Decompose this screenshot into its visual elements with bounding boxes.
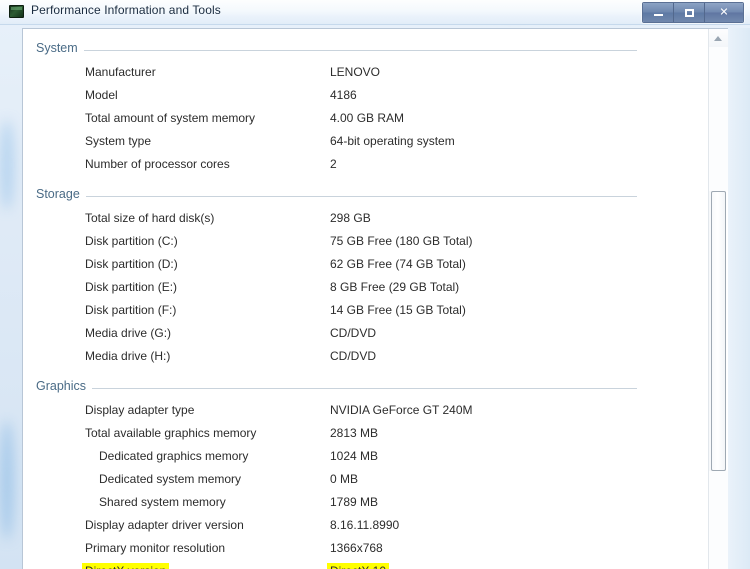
detail-row: System type 64-bit operating system bbox=[23, 130, 709, 153]
detail-value: 298 GB bbox=[330, 211, 371, 225]
aero-glass-blob bbox=[0, 120, 14, 210]
detail-value: 14 GB Free (15 GB Total) bbox=[330, 303, 466, 317]
detail-value: 8 GB Free (29 GB Total) bbox=[330, 280, 460, 294]
section-divider bbox=[36, 388, 637, 389]
detail-row: Display adapter driver version 8.16.11.89… bbox=[23, 514, 709, 537]
detail-row: Total amount of system memory 4.00 GB RAM bbox=[23, 107, 709, 130]
section-title: System bbox=[36, 41, 84, 55]
detail-label: Number of processor cores bbox=[85, 157, 230, 171]
detail-value: 2813 MB bbox=[330, 426, 379, 440]
detail-label: Primary monitor resolution bbox=[85, 541, 226, 555]
window-controls: ✕ bbox=[642, 2, 744, 23]
detail-row: Shared system memory 1789 MB bbox=[23, 491, 709, 514]
scrollbar-track-lower[interactable] bbox=[709, 471, 728, 569]
detail-label: Disk partition (D:) bbox=[85, 257, 178, 271]
section-storage: Storage Total size of hard disk(s) 298 GB D… bbox=[23, 185, 709, 377]
maximize-icon bbox=[685, 9, 694, 17]
title-bar[interactable]: Performance Information and Tools ✕ bbox=[0, 0, 750, 25]
detail-label: Disk partition (F:) bbox=[85, 303, 177, 317]
section-graphics: Graphics Display adapter type NVIDIA GeFor… bbox=[23, 377, 709, 569]
section-header: System bbox=[36, 39, 637, 61]
detail-row: Manufacturer LENOVO bbox=[23, 61, 709, 84]
highlight-mark: DirectX version bbox=[82, 563, 170, 569]
performance-details-list: System Manufacturer LENOVO Model 4186 Total a… bbox=[23, 29, 709, 569]
section-divider bbox=[36, 50, 637, 51]
detail-row: Number of processor cores 2 bbox=[23, 153, 709, 176]
detail-value: CD/DVD bbox=[330, 326, 377, 340]
detail-label: Manufacturer bbox=[85, 65, 156, 79]
detail-label: System type bbox=[85, 134, 152, 148]
close-icon: ✕ bbox=[719, 6, 729, 18]
detail-row: Total size of hard disk(s) 298 GB bbox=[23, 207, 709, 230]
detail-row: Dedicated graphics memory 1024 MB bbox=[23, 445, 709, 468]
detail-value: 0 MB bbox=[330, 472, 359, 486]
detail-value: 75 GB Free (180 GB Total) bbox=[330, 234, 473, 248]
detail-row: DirectX version DirectX 10 bbox=[23, 560, 709, 569]
scroll-up-button[interactable] bbox=[709, 29, 728, 47]
detail-row: Media drive (H:) CD/DVD bbox=[23, 345, 709, 368]
detail-label: Shared system memory bbox=[99, 495, 226, 509]
window-title: Performance Information and Tools bbox=[31, 3, 221, 17]
detail-label: Media drive (H:) bbox=[85, 349, 171, 363]
detail-label: Total size of hard disk(s) bbox=[85, 211, 215, 225]
detail-label: Dedicated system memory bbox=[99, 472, 242, 486]
scroll-up-arrow-icon bbox=[714, 36, 722, 41]
detail-row: Primary monitor resolution 1366x768 bbox=[23, 537, 709, 560]
detail-label: Total amount of system memory bbox=[85, 111, 256, 125]
detail-label: Media drive (G:) bbox=[85, 326, 172, 340]
section-header: Storage bbox=[36, 185, 637, 207]
detail-row: Model 4186 bbox=[23, 84, 709, 107]
detail-row: Disk partition (F:) 14 GB Free (15 GB Tot… bbox=[23, 299, 709, 322]
detail-row: Total available graphics memory 2813 MB bbox=[23, 422, 709, 445]
scrollbar-track-upper[interactable] bbox=[709, 47, 728, 191]
detail-label: Disk partition (E:) bbox=[85, 280, 178, 294]
detail-value: 62 GB Free (74 GB Total) bbox=[330, 257, 466, 271]
detail-label: Model bbox=[85, 88, 118, 102]
section-divider bbox=[36, 196, 637, 197]
minimize-button[interactable] bbox=[643, 3, 674, 22]
detail-value: LENOVO bbox=[330, 65, 381, 79]
detail-value: 8.16.11.8990 bbox=[330, 518, 400, 532]
detail-label: DirectX version bbox=[82, 560, 170, 569]
detail-label: Disk partition (C:) bbox=[85, 234, 178, 248]
detail-row: Media drive (G:) CD/DVD bbox=[23, 322, 709, 345]
section-header: Graphics bbox=[36, 377, 637, 399]
detail-value: CD/DVD bbox=[330, 349, 377, 363]
performance-information-window: Performance Information and Tools ✕ Syst… bbox=[0, 0, 750, 569]
scrollbar-thumb[interactable] bbox=[711, 191, 726, 471]
detail-value: 64-bit operating system bbox=[330, 134, 455, 148]
highlight-mark: DirectX 10 bbox=[327, 563, 390, 569]
detail-value: NVIDIA GeForce GT 240M bbox=[330, 403, 473, 417]
detail-row: Dedicated system memory 0 MB bbox=[23, 468, 709, 491]
detail-value: 2 bbox=[330, 157, 337, 171]
detail-row: Display adapter type NVIDIA GeForce GT 24… bbox=[23, 399, 709, 422]
content-panel: System Manufacturer LENOVO Model 4186 Total a… bbox=[22, 28, 728, 569]
performance-monitor-icon bbox=[9, 5, 24, 18]
detail-label: Display adapter type bbox=[85, 403, 195, 417]
detail-row: Disk partition (D:) 62 GB Free (74 GB Tot… bbox=[23, 253, 709, 276]
detail-value: 1789 MB bbox=[330, 495, 379, 509]
window-right-frame bbox=[728, 28, 750, 569]
detail-value: DirectX 10 bbox=[327, 560, 390, 569]
section-title: Graphics bbox=[36, 379, 93, 393]
detail-value: 1366x768 bbox=[330, 541, 383, 555]
detail-label: Total available graphics memory bbox=[85, 426, 257, 440]
detail-label: Dedicated graphics memory bbox=[99, 449, 249, 463]
detail-row: Disk partition (C:) 75 GB Free (180 GB To… bbox=[23, 230, 709, 253]
minimize-icon bbox=[654, 14, 663, 16]
vertical-scrollbar[interactable] bbox=[708, 29, 728, 569]
detail-value: 4.00 GB RAM bbox=[330, 111, 405, 125]
close-button[interactable]: ✕ bbox=[705, 3, 743, 22]
detail-row: Disk partition (E:) 8 GB Free (29 GB Tota… bbox=[23, 276, 709, 299]
detail-value: 1024 MB bbox=[330, 449, 379, 463]
maximize-button[interactable] bbox=[674, 3, 705, 22]
section-system: System Manufacturer LENOVO Model 4186 Total a… bbox=[23, 39, 709, 185]
detail-value: 4186 bbox=[330, 88, 357, 102]
aero-glass-blob bbox=[0, 420, 14, 540]
section-title: Storage bbox=[36, 187, 86, 201]
detail-label: Display adapter driver version bbox=[85, 518, 244, 532]
